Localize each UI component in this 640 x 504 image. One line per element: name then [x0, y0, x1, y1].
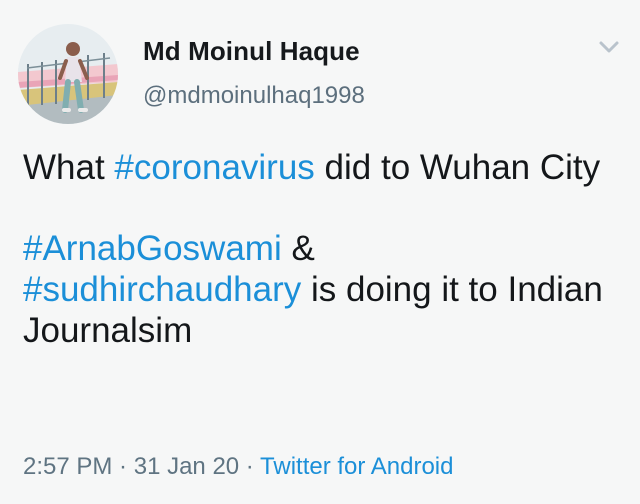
author-handle[interactable]: @mdmoinulhaq1998	[143, 81, 365, 111]
tweet-text: What #coronavirus did to Wuhan City #Arn…	[23, 147, 613, 351]
tweet-source-link[interactable]: Twitter for Android	[260, 453, 453, 480]
chevron-down-icon[interactable]	[598, 39, 620, 55]
meta-separator: ·	[112, 453, 134, 480]
hashtag-sudhirchaudhary-link[interactable]: #sudhirchaudhary	[23, 270, 301, 309]
meta-separator: ·	[239, 453, 261, 480]
profile-photo-icon	[18, 24, 118, 124]
hashtag-arnabgoswami-link[interactable]: #ArnabGoswami	[23, 229, 282, 268]
tweet-text-segment: What	[23, 148, 115, 187]
tweet-metadata: 2:57 PM · 31 Jan 20 · Twitter for Androi…	[23, 452, 453, 482]
tweet-text-segment: did to Wuhan City	[314, 148, 601, 187]
tweet-text-segment: &	[281, 229, 315, 268]
tweet-paragraph-2: #ArnabGoswami & #sudhirchaudhary is doin…	[23, 228, 613, 351]
hashtag-coronavirus-link[interactable]: #coronavirus	[114, 148, 314, 187]
tweet-date[interactable]: 31 Jan 20	[134, 453, 239, 480]
avatar[interactable]	[18, 24, 118, 124]
tweet-time[interactable]: 2:57 PM	[23, 453, 112, 480]
author-name[interactable]: Md Moinul Haque	[143, 36, 360, 66]
tweet-paragraph-1: What #coronavirus did to Wuhan City	[23, 147, 613, 188]
tweet-card: Md Moinul Haque @mdmoinulhaq1998 What #c…	[0, 0, 640, 504]
